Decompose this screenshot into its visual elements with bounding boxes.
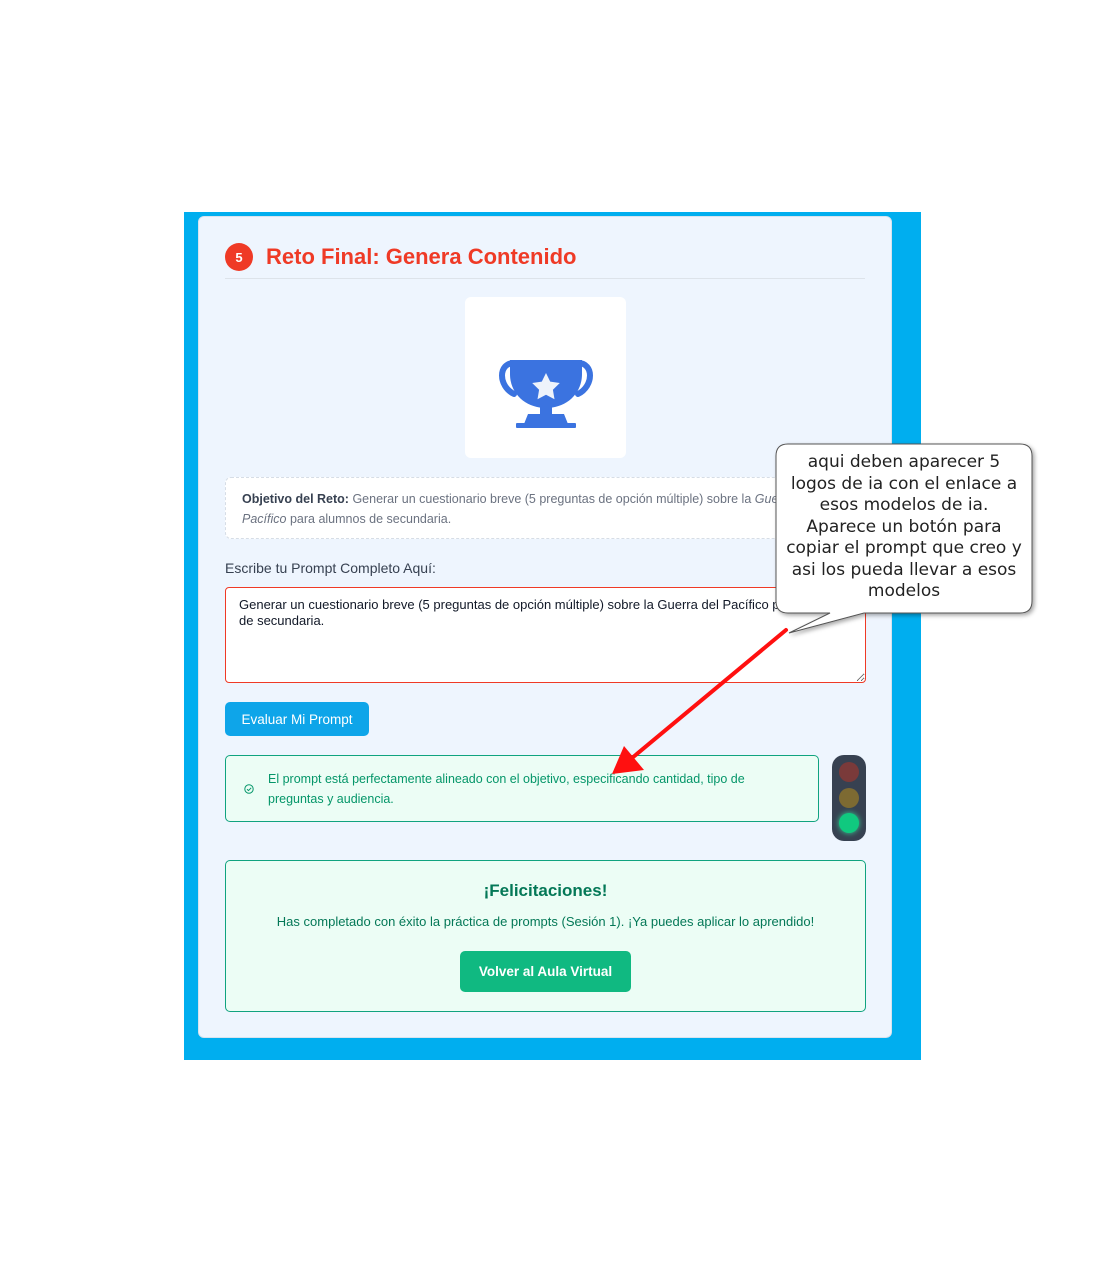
traffic-light-yellow: [839, 788, 859, 808]
traffic-light-green: [839, 813, 859, 833]
check-circle-icon: [244, 784, 254, 794]
trophy-image: [465, 297, 626, 458]
challenge-title: Reto Final: Genera Contenido: [266, 244, 577, 269]
objective-text: Generar un cuestionario breve (5 pregunt…: [352, 492, 752, 506]
annotation-callout-text: aqui deben aparecer 5 logos de ia con el…: [786, 452, 1022, 601]
congratulations-box: ¡Felicitaciones! Has completado con éxit…: [225, 860, 866, 1012]
objective-label: Objetivo del Reto:: [242, 492, 349, 506]
traffic-light: [832, 755, 866, 841]
congratulations-title: ¡Felicitaciones!: [483, 881, 608, 900]
trophy-star-icon: [498, 359, 593, 428]
feedback-box: El prompt está perfectamente alineado co…: [225, 755, 819, 822]
back-to-classroom-button[interactable]: Volver al Aula Virtual: [460, 951, 631, 992]
congratulations-message: Has completado con éxito la práctica de …: [276, 914, 815, 929]
feedback-text: El prompt está perfectamente alineado co…: [268, 772, 745, 806]
objective-audience: para alumnos de secundaria.: [289, 512, 452, 526]
prompt-label: Escribe tu Prompt Completo Aquí:: [225, 560, 436, 576]
title-divider: [225, 278, 865, 279]
objective-box: Objetivo del Reto: Generar un cuestionar…: [225, 477, 865, 539]
prompt-textarea[interactable]: Generar un cuestionario breve (5 pregunt…: [225, 587, 866, 683]
step-number-badge: 5: [225, 243, 253, 271]
evaluate-prompt-button[interactable]: Evaluar Mi Prompt: [225, 702, 369, 736]
traffic-light-red: [839, 762, 859, 782]
